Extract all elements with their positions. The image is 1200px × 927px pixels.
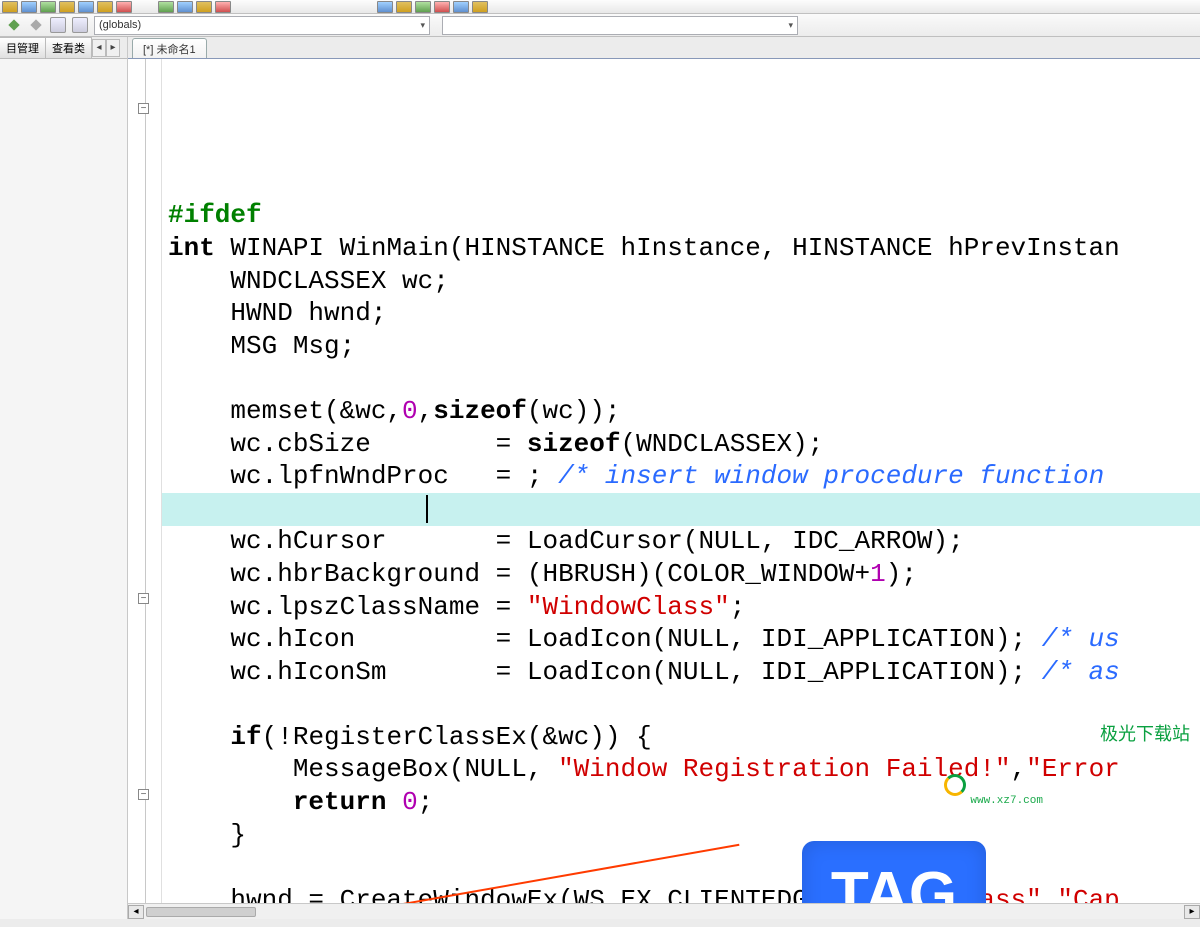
toolbar-row-1 xyxy=(0,0,1200,14)
scope-combobox[interactable]: (globals) ▾ xyxy=(94,16,430,35)
code-area[interactable]: #ifdef int WINAPI WinMain(HINSTANCE hIns… xyxy=(162,59,1200,903)
sidebar-tab-project[interactable]: 目管理 xyxy=(0,37,46,59)
tab-nav-prev[interactable]: ◂ xyxy=(92,39,106,57)
scope-label: (globals) xyxy=(99,19,141,31)
current-line-highlight xyxy=(162,493,1200,526)
toolbar-icon[interactable] xyxy=(215,1,231,13)
file-tab-active[interactable]: [*] 未命名1 xyxy=(132,38,207,58)
tab-nav-next[interactable]: ▸ xyxy=(106,39,120,57)
fold-toggle-icon[interactable]: − xyxy=(138,593,149,604)
toolbar-row-2: (globals) ▾ ▾ xyxy=(0,14,1200,37)
fold-toggle-icon[interactable]: − xyxy=(138,789,149,800)
file-tab-bar: [*] 未命名1 xyxy=(128,37,1200,59)
chevron-down-icon: ▾ xyxy=(420,20,425,31)
scrollbar-thumb[interactable] xyxy=(146,907,256,917)
fold-toggle-icon[interactable]: − xyxy=(138,103,149,114)
toolbar-icon[interactable] xyxy=(78,1,94,13)
toolbar-icon[interactable] xyxy=(116,1,132,13)
toolbar-icon[interactable] xyxy=(434,1,450,13)
toolbar-icon[interactable] xyxy=(2,1,18,13)
marker-icon[interactable] xyxy=(8,19,19,30)
marker-icon[interactable] xyxy=(30,19,41,30)
toolbar-icon[interactable] xyxy=(453,1,469,13)
sidebar: 目管理 查看类 ◂ ▸ xyxy=(0,37,128,919)
toolbar-icon[interactable] xyxy=(396,1,412,13)
scroll-right-icon[interactable]: ▸ xyxy=(1184,905,1200,919)
sidebar-tab-classview[interactable]: 查看类 xyxy=(45,37,92,59)
text-caret xyxy=(426,495,428,523)
chevron-down-icon: ▾ xyxy=(788,20,793,31)
toolbar-icon[interactable] xyxy=(415,1,431,13)
toolbar-icon[interactable] xyxy=(472,1,488,13)
toolbar-icon[interactable] xyxy=(21,1,37,13)
scroll-left-icon[interactable]: ◂ xyxy=(128,905,144,919)
toolbar-icon[interactable] xyxy=(59,1,75,13)
fold-gutter[interactable]: − − − xyxy=(128,59,162,903)
nav-back-icon[interactable] xyxy=(50,17,66,33)
nav-fwd-icon[interactable] xyxy=(72,17,88,33)
toolbar-icon[interactable] xyxy=(377,1,393,13)
toolbar-icon[interactable] xyxy=(177,1,193,13)
symbol-combobox[interactable]: ▾ xyxy=(442,16,798,35)
toolbar-icon[interactable] xyxy=(97,1,113,13)
horizontal-scrollbar[interactable]: ◂ ▸ xyxy=(128,903,1200,919)
toolbar-icon[interactable] xyxy=(196,1,212,13)
toolbar-icon[interactable] xyxy=(158,1,174,13)
code-editor[interactable]: − − − #ifdef int WINAPI WinMain(HINSTANC… xyxy=(128,59,1200,903)
toolbar-icon[interactable] xyxy=(40,1,56,13)
